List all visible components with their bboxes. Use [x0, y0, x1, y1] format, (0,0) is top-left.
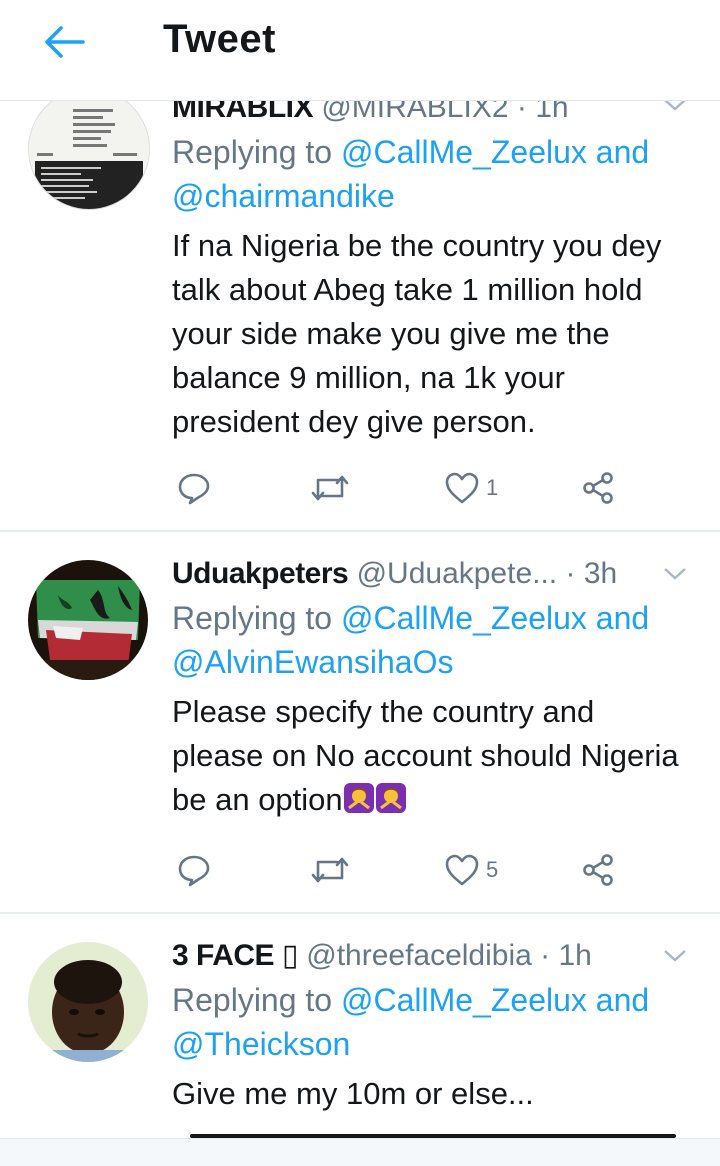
tweet-feed: MIRABLIX @MIRABLIX2 · 1h Replying to @Ca… [0, 0, 720, 1166]
display-name-glyph: ▯ [281, 939, 299, 972]
mention-link[interactable]: @AlvinEwansihaOs [172, 644, 453, 680]
mention-link[interactable]: @CallMe_Zeelux [341, 134, 587, 170]
replying-and: and [586, 600, 650, 636]
display-name-text: 3 FACE [172, 939, 275, 972]
tweet-text: If na Nigeria be the country you dey tal… [172, 228, 662, 439]
mention-link[interactable]: @chairmandike [172, 178, 395, 214]
user-handle[interactable]: @threefaceldibia [306, 939, 532, 972]
like-count: 5 [486, 857, 499, 882]
tweet-3face[interactable]: 3 FACE ▯ @threefaceldibia · 1h Replying … [0, 914, 720, 1138]
woman-gesturing-no-emoji-icon [343, 782, 375, 814]
retweet-icon[interactable] [310, 466, 350, 510]
replying-prefix: Replying to [172, 600, 341, 636]
tweet-uduakpeters[interactable]: Uduakpeters @Uduakpete... · 3h Replying … [0, 532, 720, 912]
retweet-icon[interactable] [310, 848, 350, 892]
avatar[interactable] [28, 88, 150, 210]
replying-prefix: Replying to [172, 134, 341, 170]
mention-link[interactable]: @CallMe_Zeelux [341, 982, 587, 1018]
bottom-divider [0, 1138, 720, 1166]
display-name[interactable]: 3 FACE ▯ [172, 939, 298, 972]
chevron-down-icon[interactable] [660, 946, 690, 966]
tweet-time: · 3h [565, 557, 618, 590]
tweet-actions: 1 [172, 466, 642, 510]
tweet-time: · 1h [540, 939, 592, 972]
tweet-meta: Uduakpeters @Uduakpete... · 3h [172, 554, 692, 594]
user-handle[interactable]: @Uduakpete... [357, 557, 558, 590]
mention-link[interactable]: @CallMe_Zeelux [341, 600, 587, 636]
replying-and: and [586, 134, 650, 170]
back-arrow-icon[interactable] [38, 22, 88, 62]
tweet-text-content: Please specify the country and please on… [172, 694, 679, 817]
share-icon[interactable] [580, 848, 616, 892]
like-icon[interactable]: 1 [444, 466, 498, 510]
tweet-text: Give me my 10m or else... [172, 1076, 534, 1111]
top-app-bar: Tweet [0, 0, 720, 101]
replying-to: Replying to @CallMe_Zeelux and @Theickso… [172, 978, 692, 1066]
replying-and: and [586, 982, 650, 1018]
replying-to: Replying to @CallMe_Zeelux and @AlvinEwa… [172, 596, 692, 684]
replying-to: Replying to @CallMe_Zeelux and @chairman… [172, 130, 692, 218]
tweet-text: Please specify the country and please on… [172, 690, 692, 822]
reply-icon[interactable] [177, 466, 211, 510]
avatar[interactable] [28, 942, 148, 1062]
woman-gesturing-no-emoji-icon [375, 782, 407, 814]
display-name[interactable]: Uduakpeters [172, 557, 349, 590]
like-icon[interactable]: 5 [444, 848, 498, 892]
like-count: 1 [486, 475, 499, 500]
page-title: Tweet [163, 17, 276, 61]
share-icon[interactable] [580, 466, 616, 510]
chevron-down-icon[interactable] [660, 564, 690, 584]
reply-icon[interactable] [177, 848, 211, 892]
avatar[interactable] [28, 560, 148, 680]
tweet-actions: 5 [172, 848, 642, 892]
tweet-meta: 3 FACE ▯ @threefaceldibia · 1h [172, 936, 692, 976]
mention-link[interactable]: @Theickson [172, 1026, 350, 1062]
replying-prefix: Replying to [172, 982, 341, 1018]
